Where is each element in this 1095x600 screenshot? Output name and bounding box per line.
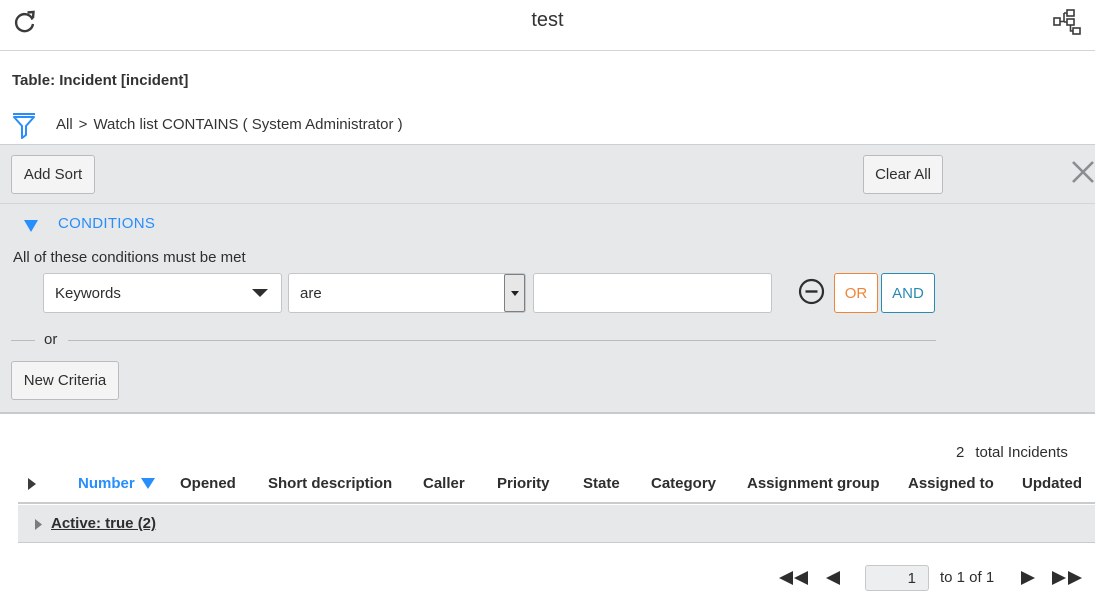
filter-icon[interactable] bbox=[12, 112, 37, 139]
or-divider-line bbox=[68, 340, 936, 341]
table-label: Table: Incident [incident] bbox=[12, 72, 189, 89]
breadcrumb-condition[interactable]: Watch list CONTAINS ( System Administrat… bbox=[93, 116, 402, 133]
total-count: 2 total Incidents bbox=[956, 444, 1068, 461]
expand-triangle-icon[interactable] bbox=[28, 478, 36, 490]
or-button[interactable]: OR bbox=[834, 273, 878, 313]
page-number-input[interactable] bbox=[865, 565, 929, 591]
column-header-assigned-to[interactable]: Assigned to bbox=[908, 475, 994, 492]
sort-descending-icon bbox=[140, 478, 155, 489]
breadcrumb-all[interactable]: All bbox=[56, 116, 73, 133]
field-select-value: Keywords bbox=[55, 284, 121, 302]
group-label[interactable]: Active: true (2) bbox=[51, 515, 156, 532]
conditions-subtitle: All of these conditions must be met bbox=[13, 249, 246, 266]
new-criteria-button[interactable]: New Criteria bbox=[11, 361, 119, 400]
page-title: test bbox=[531, 9, 564, 31]
hierarchy-icon[interactable] bbox=[1053, 9, 1081, 35]
chevron-down-icon bbox=[252, 289, 268, 297]
page-of-label: to 1 of 1 bbox=[940, 569, 995, 586]
column-header-assignment-group[interactable]: Assignment group bbox=[747, 475, 880, 492]
column-header-state[interactable]: State bbox=[583, 475, 620, 492]
group-row bbox=[18, 505, 1095, 543]
total-count-number: 2 bbox=[956, 444, 965, 461]
conditions-label[interactable]: CONDITIONS bbox=[58, 215, 155, 232]
column-header-priority[interactable]: Priority bbox=[497, 475, 550, 492]
clear-all-button[interactable]: Clear All bbox=[863, 155, 943, 194]
or-divider-label: or bbox=[44, 331, 58, 348]
column-header-caller[interactable]: Caller bbox=[423, 475, 465, 492]
total-count-label: total Incidents bbox=[975, 444, 1068, 461]
column-header-short-description[interactable]: Short description bbox=[268, 475, 392, 492]
add-sort-button[interactable]: Add Sort bbox=[11, 155, 95, 194]
condition-value-input[interactable] bbox=[533, 273, 772, 313]
or-divider-line bbox=[11, 340, 35, 341]
breadcrumb: All > Watch list CONTAINS ( System Adminis… bbox=[56, 116, 403, 133]
column-header-updated[interactable]: Updated bbox=[1022, 475, 1082, 492]
next-page-icon[interactable] bbox=[1021, 571, 1035, 585]
dropdown-arrow-icon[interactable] bbox=[504, 274, 525, 312]
field-select[interactable]: Keywords bbox=[43, 273, 282, 313]
panel-divider bbox=[0, 203, 1095, 204]
previous-page-icon[interactable] bbox=[826, 571, 840, 585]
operator-select-value: are bbox=[300, 284, 322, 302]
column-header-opened[interactable]: Opened bbox=[180, 475, 236, 492]
operator-select[interactable]: are bbox=[288, 273, 526, 313]
collapse-triangle-icon[interactable] bbox=[24, 220, 38, 232]
expand-group-icon[interactable] bbox=[35, 519, 42, 530]
remove-condition-icon[interactable] bbox=[798, 278, 825, 305]
first-page-icon[interactable] bbox=[779, 571, 809, 585]
column-header-number[interactable]: Number bbox=[78, 475, 155, 492]
breadcrumb-separator: > bbox=[78, 116, 88, 133]
column-header-category[interactable]: Category bbox=[651, 475, 716, 492]
filter-panel: Add Sort Clear All CONDITIONS All of the… bbox=[0, 144, 1095, 414]
last-page-icon[interactable] bbox=[1052, 571, 1083, 585]
and-button[interactable]: AND bbox=[881, 273, 935, 313]
close-icon[interactable] bbox=[1070, 159, 1095, 185]
